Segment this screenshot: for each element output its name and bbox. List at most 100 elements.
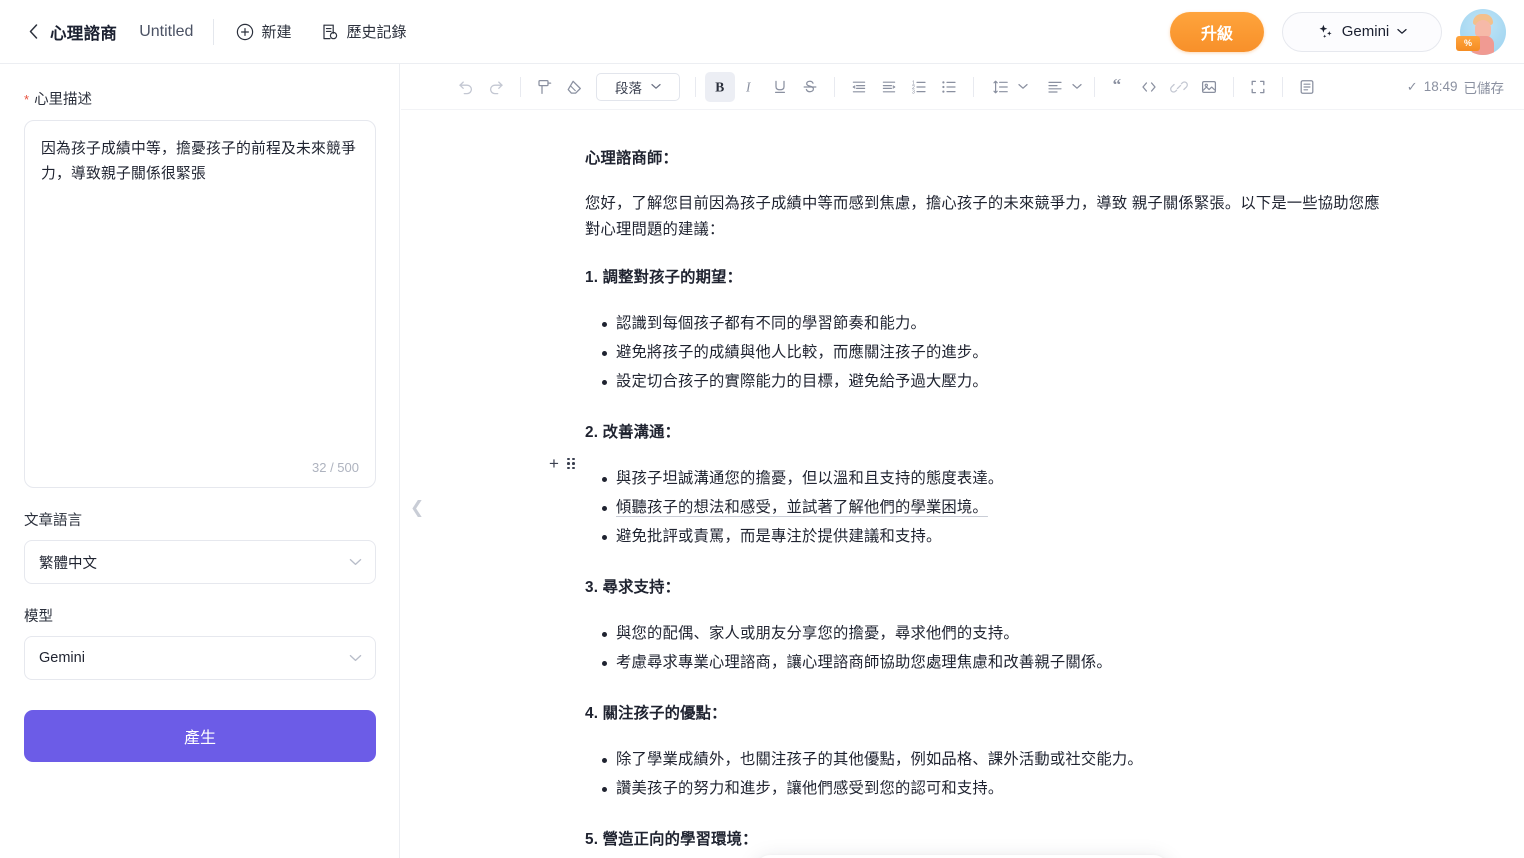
doc-section-title: 1. 調整對孩子的期望： <box>585 269 743 286</box>
chevron-down-icon <box>349 554 362 570</box>
app-title: 心理諮商 <box>50 24 118 43</box>
doc-section-title: 4. 關注孩子的優點： <box>585 705 727 722</box>
required-asterisk: * <box>24 92 30 107</box>
indent-button[interactable] <box>874 72 904 102</box>
list-item: 傾聽孩子的想法和感受，並試著了解他們的學業困境。 <box>585 493 1385 522</box>
model-selector-pill[interactable]: Gemini <box>1282 11 1442 52</box>
list-item: 與您的配偶、家人或朋友分享您的擔憂，尋求他們的支持。 <box>585 619 1385 648</box>
align-left-icon <box>1040 72 1070 102</box>
description-textarea[interactable]: 因為孩子成績中等，擔憂孩子的前程及未來競爭力，導致親子關係很緊張 32 / 50… <box>24 120 376 488</box>
block-type-label: 段落 <box>615 80 642 96</box>
document-content[interactable]: 心理諮商師： 您好，了解您目前因為孩子成績中等而感到焦慮，擔心孩子的未來競爭力，… <box>585 110 1385 849</box>
user-avatar[interactable]: % <box>1456 8 1506 55</box>
list-item: 除了學業成績外，也關注孩子的其他優點，例如品格、課外活動或社交能力。 <box>585 745 1385 774</box>
upgrade-button[interactable]: 升級 <box>1170 11 1264 52</box>
svg-text:I: I <box>745 79 752 94</box>
list-item: 考慮尋求專業心理諮商，讓心理諮商師協助您處理焦慮和改善親子關係。 <box>585 648 1385 677</box>
document-title[interactable]: Untitled <box>139 23 193 41</box>
save-document-icon[interactable] <box>1292 72 1322 102</box>
link-icon[interactable] <box>1164 72 1194 102</box>
toolbar-divider <box>1233 76 1234 97</box>
generate-button[interactable]: 產生 <box>24 710 376 762</box>
format-paint-icon[interactable] <box>530 72 560 102</box>
block-type-select[interactable]: 段落 <box>596 72 680 101</box>
save-time: 18:49 <box>1423 79 1458 94</box>
bullet-list-button[interactable] <box>934 72 964 102</box>
doc-intro-paragraph: 您好，了解您目前因為孩子成績中等而感到焦慮，擔心孩子的未來競爭力，導致 親子關係… <box>585 195 1380 238</box>
header-left-group: 心理諮商 Untitled 新建 歷史記錄 <box>0 17 408 46</box>
language-label: 文章語言 <box>24 513 82 529</box>
clear-format-icon[interactable] <box>560 72 590 102</box>
svg-text:B: B <box>715 79 724 94</box>
history-label: 歷史記錄 <box>346 24 407 41</box>
svg-text:3: 3 <box>912 89 915 95</box>
editor-toolbar: 段落 B I 1 2 3 “ ✓ 18:49 已儲存 <box>401 64 1524 110</box>
outdent-button[interactable] <box>844 72 874 102</box>
toolbar-divider <box>1282 76 1283 97</box>
description-field-label: * 心里描述 <box>24 88 375 109</box>
underline-button[interactable] <box>765 72 795 102</box>
blockquote-icon[interactable]: “ <box>1104 72 1134 102</box>
model-select-value: Gemini <box>39 650 85 666</box>
list-item: 認識到每個孩子都有不同的學習節奏和能力。 <box>585 309 1385 338</box>
list-item: 避免將孩子的成績與他人比較，而應關注孩子的進步。 <box>585 338 1385 367</box>
redo-icon[interactable] <box>481 72 511 102</box>
strikethrough-button[interactable] <box>795 72 825 102</box>
model-pill-label: Gemini <box>1341 23 1390 40</box>
italic-button[interactable]: I <box>735 72 765 102</box>
chevron-down-icon <box>349 650 362 666</box>
history-list-icon <box>321 23 339 41</box>
line-height-dropdown[interactable] <box>983 72 1031 102</box>
text-align-dropdown[interactable] <box>1037 72 1085 102</box>
list-item: 設定切合孩子的實際能力的目標，避免給予過大壓力。 <box>585 367 1385 396</box>
language-select[interactable]: 繁體中文 <box>24 540 376 584</box>
ordered-list-button[interactable]: 123 <box>904 72 934 102</box>
description-label-text: 心里描述 <box>34 92 93 108</box>
avatar-discount-badge: % <box>1456 35 1480 51</box>
form-sidebar: * 心里描述 因為孩子成績中等，擔憂孩子的前程及未來競爭力，導致親子關係很緊張 … <box>0 64 400 858</box>
toolbar-divider <box>1094 76 1095 97</box>
check-icon: ✓ <box>1406 78 1418 94</box>
doc-section-title: 2. 改善溝通： <box>585 424 681 441</box>
image-icon[interactable] <box>1194 72 1224 102</box>
add-block-icon[interactable]: + <box>549 455 559 472</box>
doc-section-title: 3. 尋求支持： <box>585 579 681 596</box>
bold-button[interactable]: B <box>705 71 735 102</box>
language-select-value: 繁體中文 <box>39 555 97 572</box>
toolbar-divider <box>695 76 696 97</box>
list-item: 讚美孩子的努力和進步，讓他們感受到您的認可和支持。 <box>585 774 1385 803</box>
new-document-button[interactable]: 新建 <box>234 17 293 46</box>
doc-heading: 心理諮商師： <box>585 150 678 167</box>
new-document-label: 新建 <box>261 24 292 41</box>
header-divider <box>213 18 215 45</box>
list-item: 與孩子坦誠溝通您的擔憂，但以溫和且支持的態度表達。 <box>585 464 1385 493</box>
description-value: 因為孩子成績中等，擔憂孩子的前程及未來競爭力，導致親子關係很緊張 <box>41 141 356 182</box>
doc-section-title: 5. 營造正向的學習環境： <box>585 831 758 848</box>
doc-section-list: 認識到每個孩子都有不同的學習節奏和能力。 避免將孩子的成績與他人比較，而應關注孩… <box>585 309 1385 396</box>
document-scroll-area[interactable]: ❮ + 心理諮商師： 您好，了解您目前因為孩子成績中等而感到焦慮，擔心孩子的未來… <box>401 110 1524 858</box>
block-handles: + <box>549 455 575 472</box>
collapse-sidebar-icon[interactable]: ❮ <box>410 498 424 518</box>
save-label: 已儲存 <box>1463 80 1505 96</box>
undo-icon[interactable] <box>451 72 481 102</box>
toolbar-divider <box>973 76 974 97</box>
drag-handle-icon[interactable] <box>566 457 575 470</box>
list-item: 避免批評或責罵，而是專注於提供建議和支持。 <box>585 522 1385 551</box>
top-header: 心理諮商 Untitled 新建 歷史記錄 升級 Gemini % <box>0 0 1524 64</box>
back-chevron-icon[interactable] <box>22 21 44 43</box>
chevron-down-icon <box>1018 83 1028 90</box>
app-root: 心理諮商 Untitled 新建 歷史記錄 升級 Gemini % * 心里描述… <box>0 0 1524 858</box>
fullscreen-icon[interactable] <box>1243 72 1273 102</box>
line-height-icon <box>986 72 1016 102</box>
code-block-icon[interactable] <box>1134 72 1164 102</box>
chevron-down-icon <box>1072 83 1082 90</box>
model-label: 模型 <box>24 609 53 625</box>
chevron-down-icon <box>1397 28 1407 35</box>
svg-text:“: “ <box>1113 78 1122 94</box>
plus-circle-icon <box>236 23 254 41</box>
model-select[interactable]: Gemini <box>24 636 376 680</box>
history-button[interactable]: 歷史記錄 <box>319 17 408 46</box>
doc-section-list: 除了學業成績外，也關注孩子的其他優點，例如品格、課外活動或社交能力。 讚美孩子的… <box>585 745 1385 803</box>
toolbar-divider <box>520 76 521 97</box>
doc-section-list: 與孩子坦誠溝通您的擔憂，但以溫和且支持的態度表達。 傾聽孩子的想法和感受，並試著… <box>585 464 1385 551</box>
